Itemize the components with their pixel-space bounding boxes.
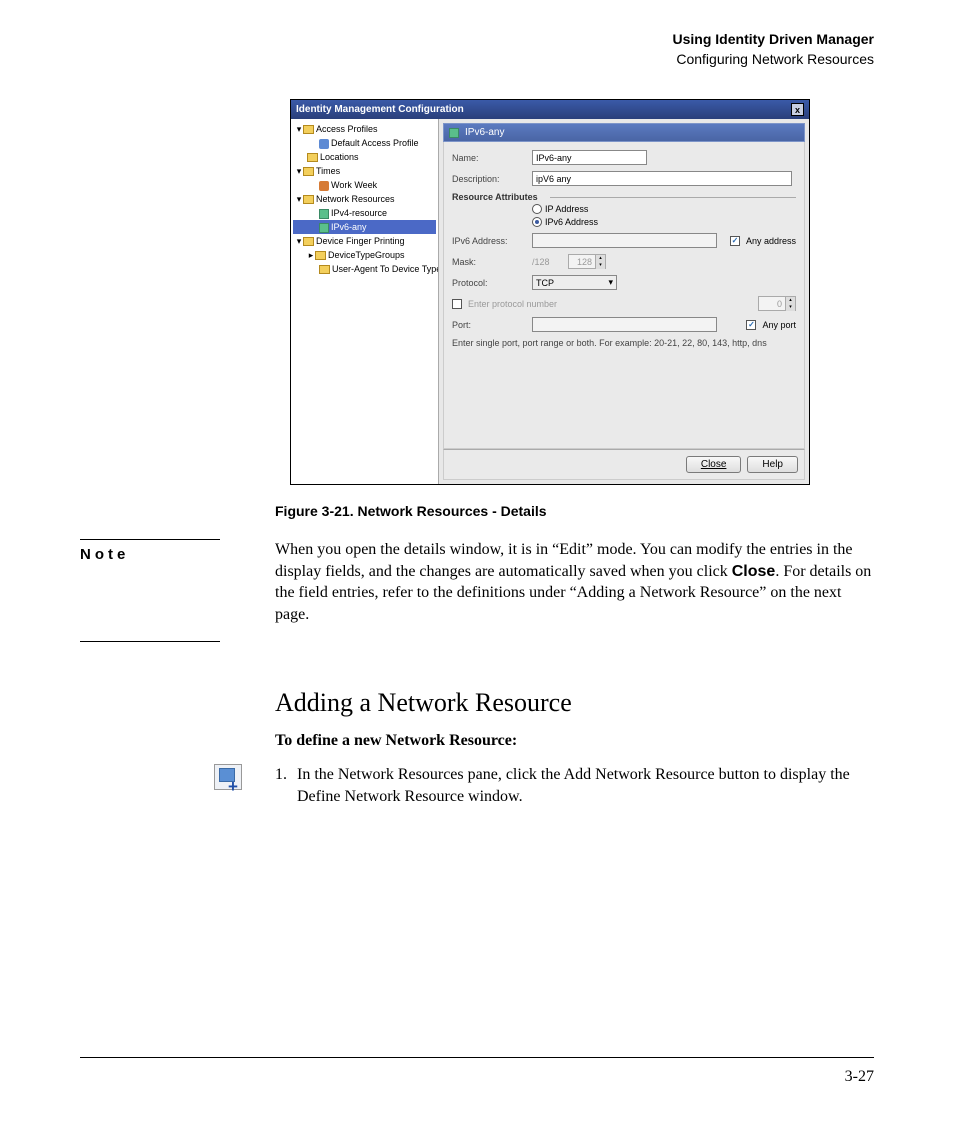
page-number: 3-27 (80, 1068, 874, 1086)
mask-prefix: /128 (532, 257, 562, 267)
chevron-down-icon: ▾ (608, 277, 613, 288)
tree-ipv6-any[interactable]: IPv6-any (293, 220, 436, 234)
folder-icon (319, 265, 330, 274)
any-port-label: Any port (762, 320, 796, 330)
chevron-up-icon: ▴ (785, 297, 795, 304)
folder-icon (303, 237, 314, 246)
mask-spinner[interactable]: 128 ▴▾ (568, 254, 606, 269)
folder-icon (315, 251, 326, 260)
header-subtitle: Configuring Network Resources (80, 50, 874, 70)
window-titlebar[interactable]: Identity Management Configuration x (291, 100, 809, 119)
window-close-icon[interactable]: x (791, 103, 804, 116)
tree-times[interactable]: ▾Times (293, 164, 436, 178)
footer-rule (80, 1057, 874, 1058)
mask-label: Mask: (452, 257, 526, 267)
note-label: Note (80, 546, 275, 563)
tree-locations[interactable]: Locations (293, 150, 436, 164)
step-number: 1. (275, 764, 287, 807)
tree-user-agent-device-types[interactable]: User-Agent To Device Types (293, 262, 436, 276)
tree-ipv4-resource[interactable]: IPv4-resource (293, 206, 436, 220)
profile-icon (319, 139, 329, 149)
tree-access-profiles[interactable]: ▾Access Profiles (293, 122, 436, 136)
ipv6-address-label: IPv6 Address: (452, 236, 526, 246)
resource-icon (449, 128, 459, 138)
resource-icon (319, 209, 329, 219)
tree-device-finger-printing[interactable]: ▾Device Finger Printing (293, 234, 436, 248)
radio-icon (532, 204, 542, 214)
ipv6-address-radio-row[interactable]: IPv6 Address (532, 217, 796, 227)
page-header: Using Identity Driven Manager Configurin… (80, 30, 874, 69)
navigation-tree[interactable]: ▾Access Profiles Default Access Profile … (291, 119, 439, 484)
folder-icon (303, 167, 314, 176)
any-address-label: Any address (746, 236, 796, 246)
folder-icon (303, 195, 314, 204)
folder-icon (307, 153, 318, 162)
pane-header: IPv6-any (443, 123, 805, 142)
ipv6-address-input (532, 233, 717, 248)
protocol-select[interactable]: TCP ▾ (532, 275, 617, 290)
description-label: Description: (452, 174, 526, 184)
port-hint: Enter single port, port range or both. F… (452, 338, 796, 348)
figure-caption: Figure 3-21. Network Resources - Details (275, 503, 874, 519)
resource-icon (319, 223, 329, 233)
window-title: Identity Management Configuration (296, 104, 464, 115)
chevron-down-icon: ▾ (595, 262, 605, 269)
any-port-checkbox[interactable] (746, 320, 756, 330)
close-button[interactable]: Close (686, 456, 742, 473)
subhead: To define a new Network Resource: (275, 732, 874, 750)
chevron-up-icon: ▴ (595, 255, 605, 262)
protocol-number-spinner: 0 ▴▾ (758, 296, 796, 311)
note-text: When you open the details window, it is … (275, 539, 874, 648)
name-input[interactable] (532, 150, 647, 165)
tree-default-access-profile[interactable]: Default Access Profile (293, 136, 436, 150)
note-block: Note When you open the details window, i… (80, 539, 874, 648)
step-text: In the Network Resources pane, click the… (297, 764, 874, 807)
radio-icon (532, 217, 542, 227)
pane-title: IPv6-any (465, 127, 504, 138)
tree-device-type-groups[interactable]: ▸DeviceTypeGroups (293, 248, 436, 262)
help-button[interactable]: Help (747, 456, 798, 473)
port-label: Port: (452, 320, 526, 330)
folder-icon (303, 125, 314, 134)
clock-icon (319, 181, 329, 191)
form-area: Name: Description: Resource Attributes I… (443, 142, 805, 449)
enter-protocol-number-label: Enter protocol number (468, 299, 608, 309)
any-address-checkbox[interactable] (730, 236, 740, 246)
step-1: 1. In the Network Resources pane, click … (80, 764, 874, 807)
header-title: Using Identity Driven Manager (80, 30, 874, 50)
name-label: Name: (452, 153, 526, 163)
config-window: Identity Management Configuration x ▾Acc… (290, 99, 810, 485)
add-network-resource-icon (214, 764, 242, 790)
tree-network-resources[interactable]: ▾Network Resources (293, 192, 436, 206)
protocol-label: Protocol: (452, 278, 526, 288)
chevron-down-icon: ▾ (785, 304, 795, 311)
description-input[interactable] (532, 171, 792, 186)
port-input (532, 317, 717, 332)
enter-protocol-number-checkbox[interactable] (452, 299, 462, 309)
ip-address-radio-row[interactable]: IP Address (532, 204, 796, 214)
tree-work-week[interactable]: Work Week (293, 178, 436, 192)
section-title: Adding a Network Resource (275, 688, 874, 718)
